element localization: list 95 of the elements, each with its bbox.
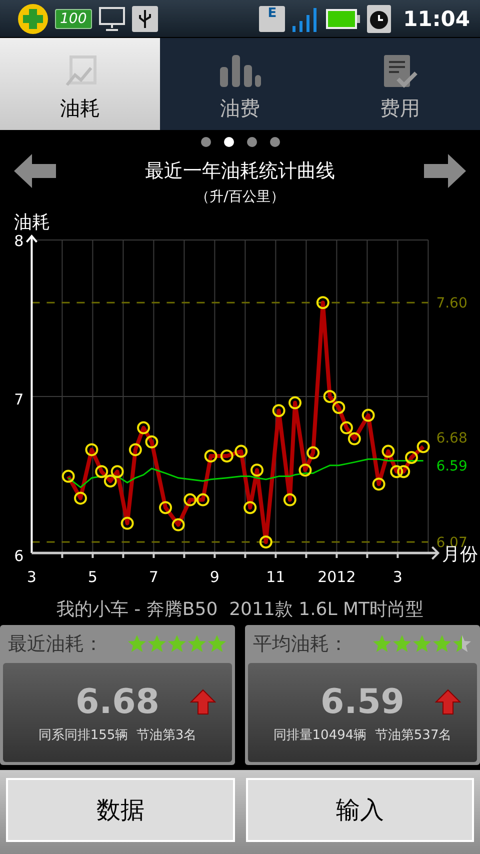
x-tick-label: 7 [148,568,158,586]
data-point [204,450,218,462]
data-point [348,432,361,446]
data-point [120,516,134,530]
x-tick-label: 3 [26,568,36,586]
y-tick-label: 7 [14,390,24,408]
tab[interactable]: 费用 [320,38,480,130]
up-arrow-icon [435,688,461,714]
data-point [298,464,312,477]
data-point [316,296,330,310]
stat-value: 6.68 [76,682,160,722]
star-icon [372,634,392,654]
data-point [416,440,430,454]
star-icon [452,634,472,654]
data-point [340,421,353,434]
x-tick-label: 2012 [318,568,356,586]
y-tick-label: 8 [14,232,24,250]
data-point [184,493,197,506]
data-point [323,390,336,403]
y-axis-title: 油耗 [14,212,50,233]
x-tick-label: 9 [210,568,220,586]
chart-title: 最近一年油耗统计曲线 [145,159,335,184]
page-indicator-dot[interactable] [224,137,234,147]
data-point [172,518,185,532]
signal-icon [291,6,320,32]
data-point [137,421,150,434]
data-point [62,470,75,483]
stat-label: 平均油耗： [253,632,348,657]
data-point [390,465,404,478]
data-point [250,464,264,477]
battery-icon [325,8,362,30]
data-point [372,478,386,491]
data-point [128,443,142,456]
star-icon [147,634,167,654]
stat-value: 6.59 [320,682,404,722]
chart-subtitle: （升/百公里） [196,189,284,205]
alarm-clock-icon [367,4,392,32]
data-point [220,450,234,462]
star-icon [167,634,187,654]
app-icon [17,2,49,34]
star-icon [392,634,412,654]
reference-value: 7.60 [436,296,468,312]
action-button[interactable]: 输入 [246,778,474,842]
x-tick-label: 3 [392,568,402,586]
data-point [362,408,375,422]
data-point [234,444,248,458]
clock-time: 11:04 [403,6,470,30]
star-icon [207,634,227,654]
checklist-icon [382,53,418,89]
tab[interactable]: 油费 [160,38,320,130]
data-point [382,444,395,458]
car-model: 我的小车 - 奔腾B50 2011款 1.6L MT时尚型 [56,599,424,620]
data-point [95,465,108,478]
ranking-note: 同系同排155辆 节油第3名 [38,726,197,744]
data-point [259,536,272,548]
line-chart-icon [63,55,97,89]
left-arrow-icon[interactable] [14,154,56,188]
x-tick-label: 5 [88,568,98,586]
data-point [104,474,117,488]
data-point [244,501,257,514]
star-icon [432,634,452,654]
data-point [283,493,296,506]
page-indicator-dot[interactable] [246,137,256,147]
right-arrow-icon[interactable] [424,154,466,188]
ranking-note: 同排量10494辆 节油第537名 [273,726,452,744]
series-end-value: 6.59 [436,458,468,475]
page-indicator-dot[interactable] [200,137,210,147]
data-point [196,493,210,506]
up-arrow-icon [190,688,216,714]
star-icon [127,634,147,654]
data-point [85,443,98,456]
data-point [306,446,320,460]
page-indicator-dot[interactable] [270,137,280,147]
tab[interactable]: 油耗 [0,38,160,130]
network-type-badge: E [259,6,286,32]
data-point [159,501,172,514]
stat-label: 最近油耗： [8,632,103,657]
data-point [405,451,418,464]
battery-badge: 100 [55,8,92,28]
data-point [110,465,124,478]
action-button[interactable]: 数据 [6,778,234,842]
x-tick-label: 11 [266,568,286,586]
data-point [74,492,87,505]
data-point [145,435,158,448]
y-tick-label: 6 [14,547,24,565]
data-point [332,401,346,414]
data-point [288,396,302,410]
usb-icon [132,6,158,32]
star-icon [412,634,432,654]
series-end-value: 6.68 [436,430,468,447]
data-point [397,465,410,478]
bar-chart-icon [218,53,262,89]
data-point [272,404,286,418]
monitor-icon [98,6,126,32]
star-icon [187,634,207,654]
